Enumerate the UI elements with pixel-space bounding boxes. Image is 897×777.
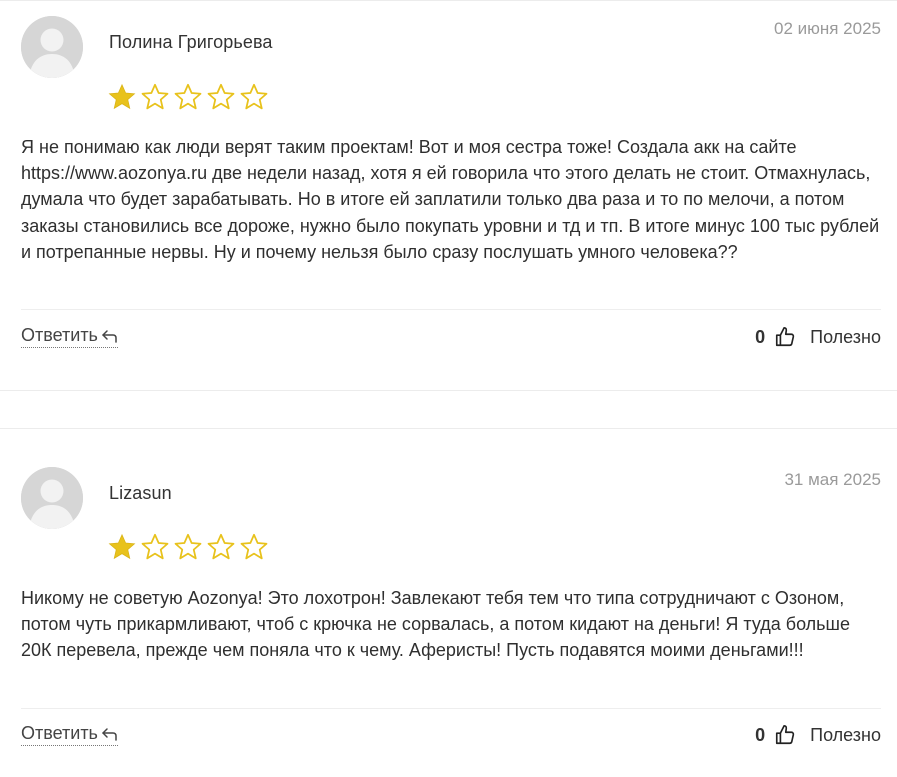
star-outline-icon (207, 533, 235, 560)
review-author: Lizasun (109, 483, 172, 503)
thumbs-up-icon[interactable] (774, 326, 796, 348)
star-outline-icon (207, 83, 235, 110)
star-outline-icon (240, 533, 268, 560)
review-card: Полина Григорьева 02 июня 2025 Я не пони… (0, 0, 897, 391)
avatar (21, 467, 83, 529)
reply-link[interactable]: Ответить (21, 723, 118, 746)
star-outline-icon (240, 83, 268, 110)
rating-stars (107, 82, 269, 112)
helpful-button[interactable]: Полезно (810, 327, 881, 348)
reviews-page: Полина Григорьева 02 июня 2025 Я не пони… (0, 0, 897, 777)
helpful-button[interactable]: Полезно (810, 725, 881, 746)
rating-stars (107, 532, 269, 562)
star-filled-icon (108, 83, 136, 110)
review-text: Никому не советую Aozonya! Это лохотрон!… (21, 588, 851, 661)
helpful-widget: 0 Полезно (755, 326, 881, 348)
review-footer-divider (21, 708, 881, 709)
review-author: Полина Григорьева (109, 32, 273, 52)
helpful-count: 0 (755, 724, 766, 745)
reply-arrow-icon (102, 329, 117, 343)
reply-arrow-icon (102, 727, 117, 741)
review-card: Lizasun 31 мая 2025 Никому не советую Ao… (0, 428, 897, 777)
star-filled-icon (108, 533, 136, 560)
review-date: 31 мая 2025 (784, 470, 881, 489)
helpful-count: 0 (755, 326, 766, 347)
reply-link[interactable]: Ответить (21, 325, 118, 348)
review-separator (0, 390, 897, 391)
helpful-widget: 0 Полезно (755, 724, 881, 746)
avatar (21, 16, 83, 78)
star-outline-icon (141, 533, 169, 560)
star-outline-icon (141, 83, 169, 110)
reply-label: Ответить (21, 325, 98, 345)
star-outline-icon (174, 533, 202, 560)
review-date: 02 июня 2025 (773, 19, 881, 38)
star-outline-icon (174, 83, 202, 110)
user-avatar-icon (21, 467, 83, 529)
thumbs-up-icon[interactable] (774, 724, 796, 746)
reply-label: Ответить (21, 723, 98, 743)
review-footer-divider (21, 309, 881, 310)
review-text: Я не понимаю как люди верят таким проект… (21, 137, 880, 262)
user-avatar-icon (21, 16, 83, 78)
